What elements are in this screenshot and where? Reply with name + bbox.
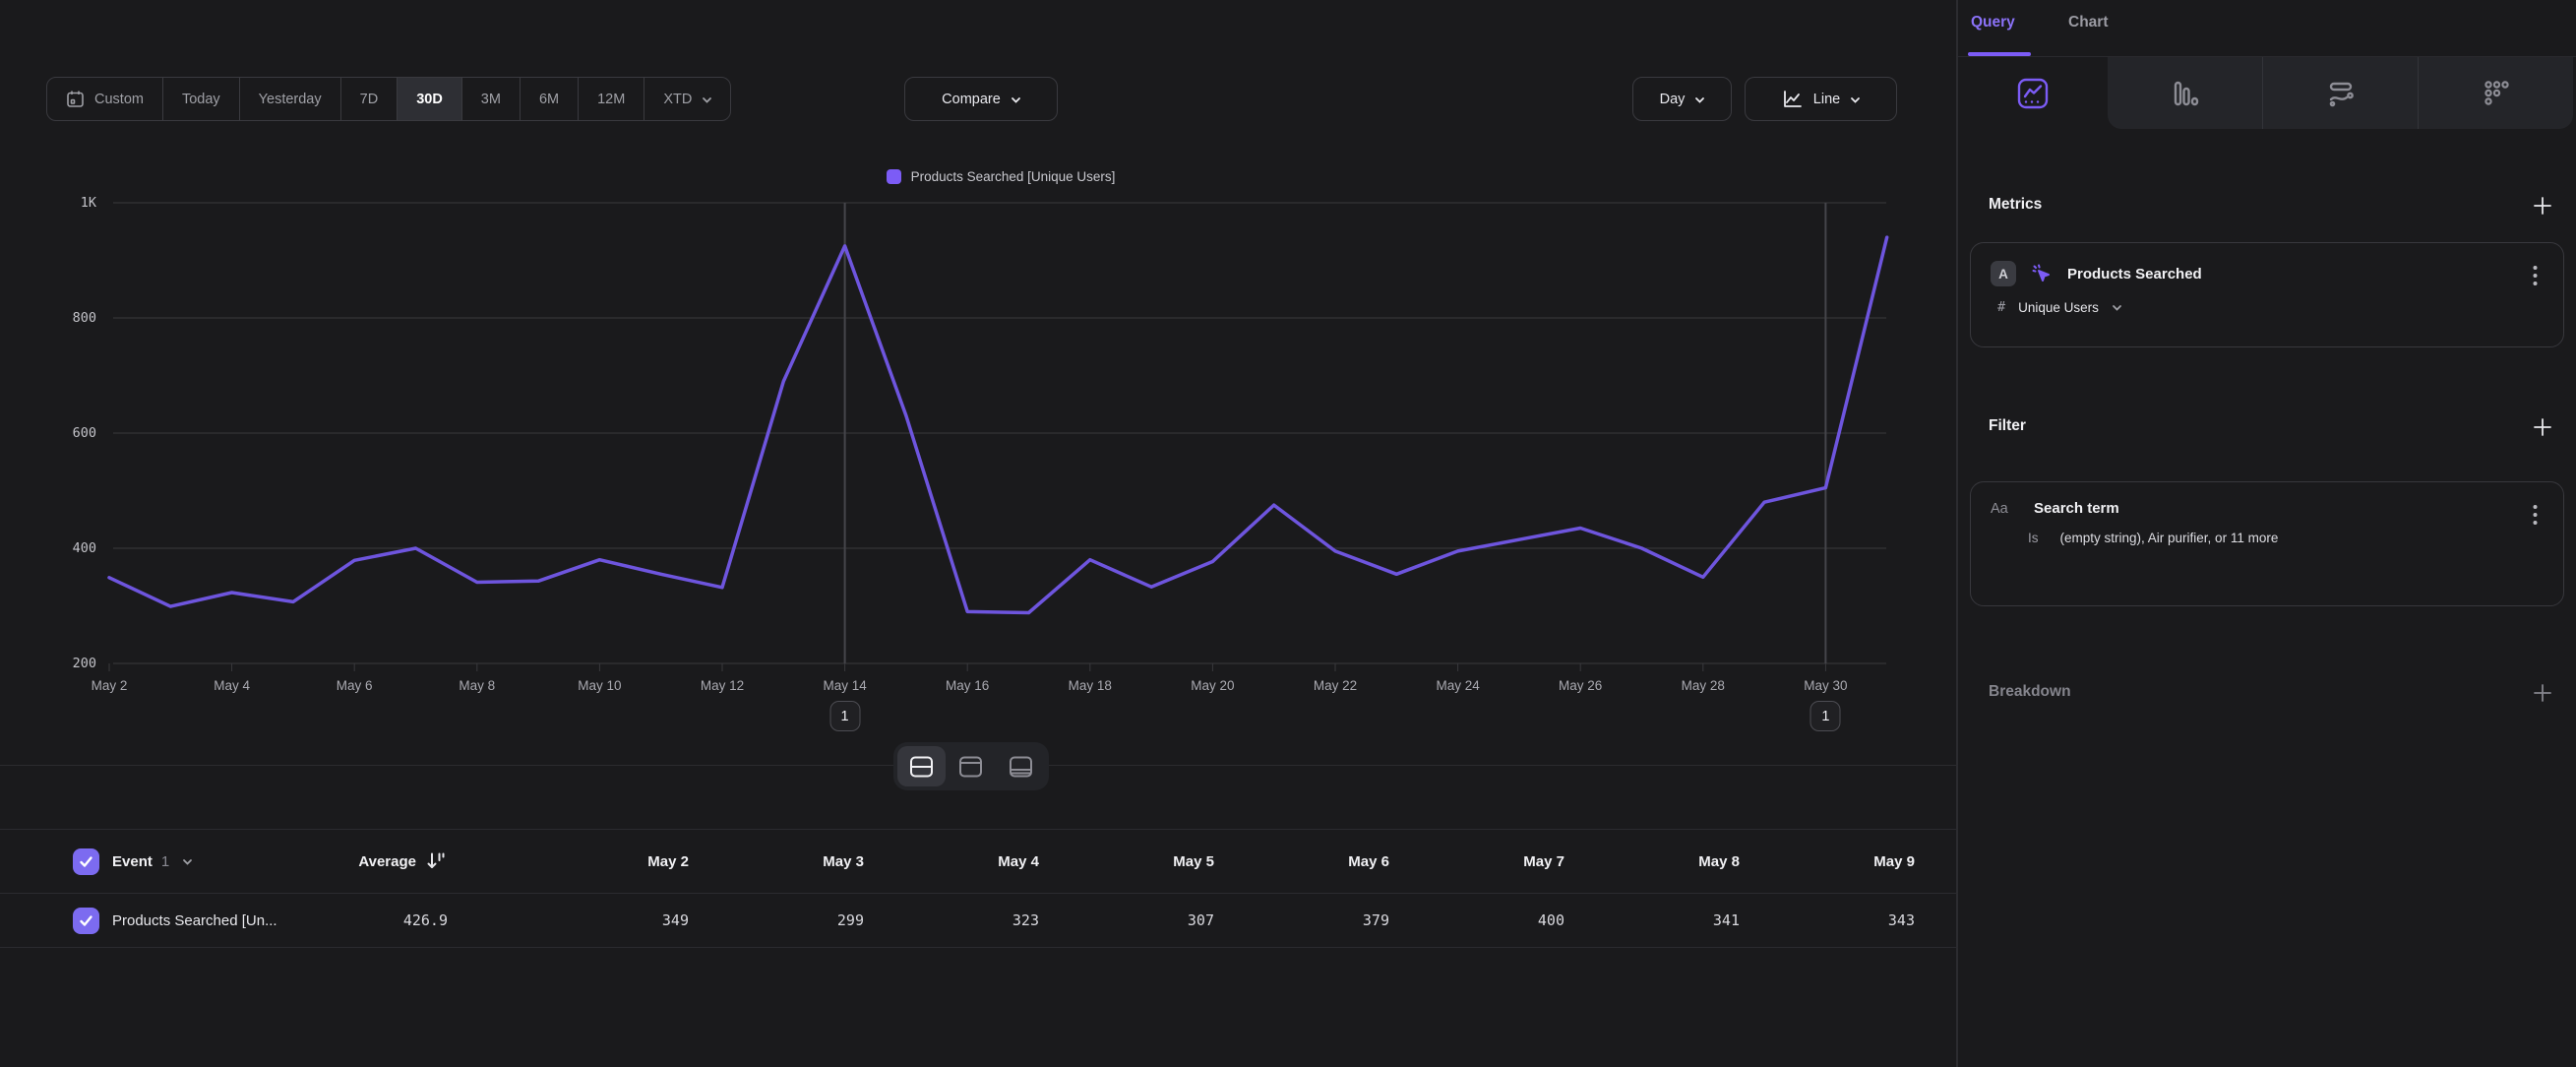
chart-view-icon xyxy=(957,755,984,779)
table-data-row: Products Searched [Un... 426.9 349299323… xyxy=(0,894,1958,948)
dots-grid-tab[interactable] xyxy=(2418,57,2573,129)
event-click-icon xyxy=(2030,262,2054,285)
average-value: 426.9 xyxy=(403,911,448,929)
y-axis-tick-label: 800 xyxy=(28,310,96,326)
x-axis-tick-label: May 28 xyxy=(1659,678,1748,693)
x-axis-tick-label: May 4 xyxy=(188,678,276,693)
legend-swatch xyxy=(887,169,901,184)
table-view-button[interactable] xyxy=(997,746,1045,786)
active-tab-underline xyxy=(1968,52,2031,56)
x-axis-tick-label: May 24 xyxy=(1414,678,1503,693)
insights-line-tab[interactable] xyxy=(1958,57,2108,129)
x-axis-tick-label: May 2 xyxy=(65,678,153,693)
line-chart[interactable]: Products Searched [Unique Users] 1K 800 60… xyxy=(0,0,1958,787)
metric-menu-kebab-icon[interactable] xyxy=(2524,263,2545,288)
x-axis-tick-label: May 14 xyxy=(801,678,889,693)
x-axis-tick-label: May 10 xyxy=(555,678,644,693)
view-tabs-group xyxy=(2108,57,2573,129)
bar-chart-icon xyxy=(2168,76,2203,111)
x-axis-tick-label: May 6 xyxy=(310,678,399,693)
date-column-header[interactable]: May 3 xyxy=(689,830,864,893)
y-axis-tick-label: 1K xyxy=(28,195,96,211)
y-axis-tick-label: 200 xyxy=(28,656,96,671)
annotation-badge[interactable]: 1 xyxy=(829,701,860,731)
filter-operator[interactable]: Is xyxy=(2028,531,2039,545)
bar-chart-tab[interactable] xyxy=(2108,57,2262,129)
date-column-header[interactable]: May 4 xyxy=(864,830,1039,893)
x-axis-tick-label: May 8 xyxy=(433,678,521,693)
x-axis-tick-label: May 18 xyxy=(1046,678,1135,693)
chart-legend: Products Searched [Unique Users] xyxy=(115,166,1886,186)
x-axis-tick-label: May 26 xyxy=(1536,678,1625,693)
filter-heading: Filter xyxy=(1989,417,2026,435)
tab-chart[interactable]: Chart xyxy=(2068,14,2108,31)
sort-descending-icon[interactable] xyxy=(424,849,448,873)
table-header-row: Event 1 Average May 2May 3May 4M xyxy=(0,829,1958,894)
date-column-header[interactable]: May 2 xyxy=(514,830,689,893)
chart-view-button[interactable] xyxy=(947,746,995,786)
y-axis-tick-label: 600 xyxy=(28,425,96,441)
filter-menu-kebab-icon[interactable] xyxy=(2524,502,2545,528)
date-cell-value: 323 xyxy=(864,894,1039,947)
table-view-icon xyxy=(1008,755,1034,779)
date-column-header[interactable]: May 9 xyxy=(1740,830,1915,893)
view-type-tabs xyxy=(1958,57,2576,129)
aggregation-selector[interactable]: Unique Users xyxy=(2018,300,2099,315)
x-axis-tick-label: May 30 xyxy=(1781,678,1870,693)
date-cell-value: 379 xyxy=(1214,894,1389,947)
breakdown-heading: Breakdown xyxy=(1989,683,2071,701)
series-line xyxy=(109,237,1887,612)
tab-query[interactable]: Query xyxy=(1971,14,2015,31)
add-breakdown-button[interactable] xyxy=(2531,681,2554,705)
dots-grid-icon xyxy=(2479,76,2514,111)
date-column-header[interactable]: May 5 xyxy=(1039,830,1214,893)
x-axis-tick-label: May 22 xyxy=(1291,678,1380,693)
add-filter-button[interactable] xyxy=(2531,415,2554,439)
date-cell-value: 349 xyxy=(514,894,689,947)
chevron-down-icon[interactable] xyxy=(2112,302,2121,312)
metric-event-name[interactable]: Products Searched xyxy=(2067,266,2202,282)
filter-value[interactable]: (empty string), Air purifier, or 11 more xyxy=(2060,531,2279,545)
x-axis-tick-label: May 12 xyxy=(678,678,767,693)
metrics-heading: Metrics xyxy=(1989,196,2042,214)
date-cell-value: 343 xyxy=(1740,894,1915,947)
sidebar-header: Query Chart xyxy=(1958,0,2576,57)
string-type-badge: Aa xyxy=(1991,501,2020,517)
date-cell-value: 400 xyxy=(1389,894,1564,947)
filter-card[interactable]: Aa Search term Is (empty string), Air pu… xyxy=(1970,481,2564,606)
date-column-header[interactable]: May 6 xyxy=(1214,830,1389,893)
date-column-header[interactable]: May 7 xyxy=(1389,830,1564,893)
insights-line-icon xyxy=(2015,76,2051,111)
main-area: Custom Today Yesterday 7D 30D 3M 6M 12M … xyxy=(0,0,1958,1067)
legend-label: Products Searched [Unique Users] xyxy=(911,169,1116,184)
query-sidebar: Query Chart xyxy=(1958,0,2576,1067)
split-view-button[interactable] xyxy=(897,746,946,786)
average-header[interactable]: Average xyxy=(358,853,416,870)
flows-icon xyxy=(2323,76,2359,111)
series-letter-badge: A xyxy=(1991,261,2016,286)
x-axis-tick-label: May 16 xyxy=(923,678,1012,693)
y-axis-tick-label: 400 xyxy=(28,540,96,556)
breakdown-table: Event 1 Average May 2May 3May 4M xyxy=(0,829,1958,948)
aggregation-type-icon: # xyxy=(1997,299,2005,315)
chart-canvas xyxy=(0,0,1958,787)
filter-property-name[interactable]: Search term xyxy=(2034,500,2119,517)
split-view-icon xyxy=(908,755,935,779)
date-cell-value: 299 xyxy=(689,894,864,947)
annotation-badge[interactable]: 1 xyxy=(1810,701,1841,731)
analytics-app: Custom Today Yesterday 7D 30D 3M 6M 12M … xyxy=(0,0,2576,1067)
add-metric-button[interactable] xyxy=(2531,194,2554,218)
layout-toggle xyxy=(893,742,1049,790)
date-cell-value: 341 xyxy=(1564,894,1740,947)
x-axis-tick-label: May 20 xyxy=(1168,678,1257,693)
date-column-header[interactable]: May 8 xyxy=(1564,830,1740,893)
flows-tab[interactable] xyxy=(2262,57,2418,129)
metric-card[interactable]: A Products Searched # Unique Users xyxy=(1970,242,2564,347)
date-cell-value: 307 xyxy=(1039,894,1214,947)
